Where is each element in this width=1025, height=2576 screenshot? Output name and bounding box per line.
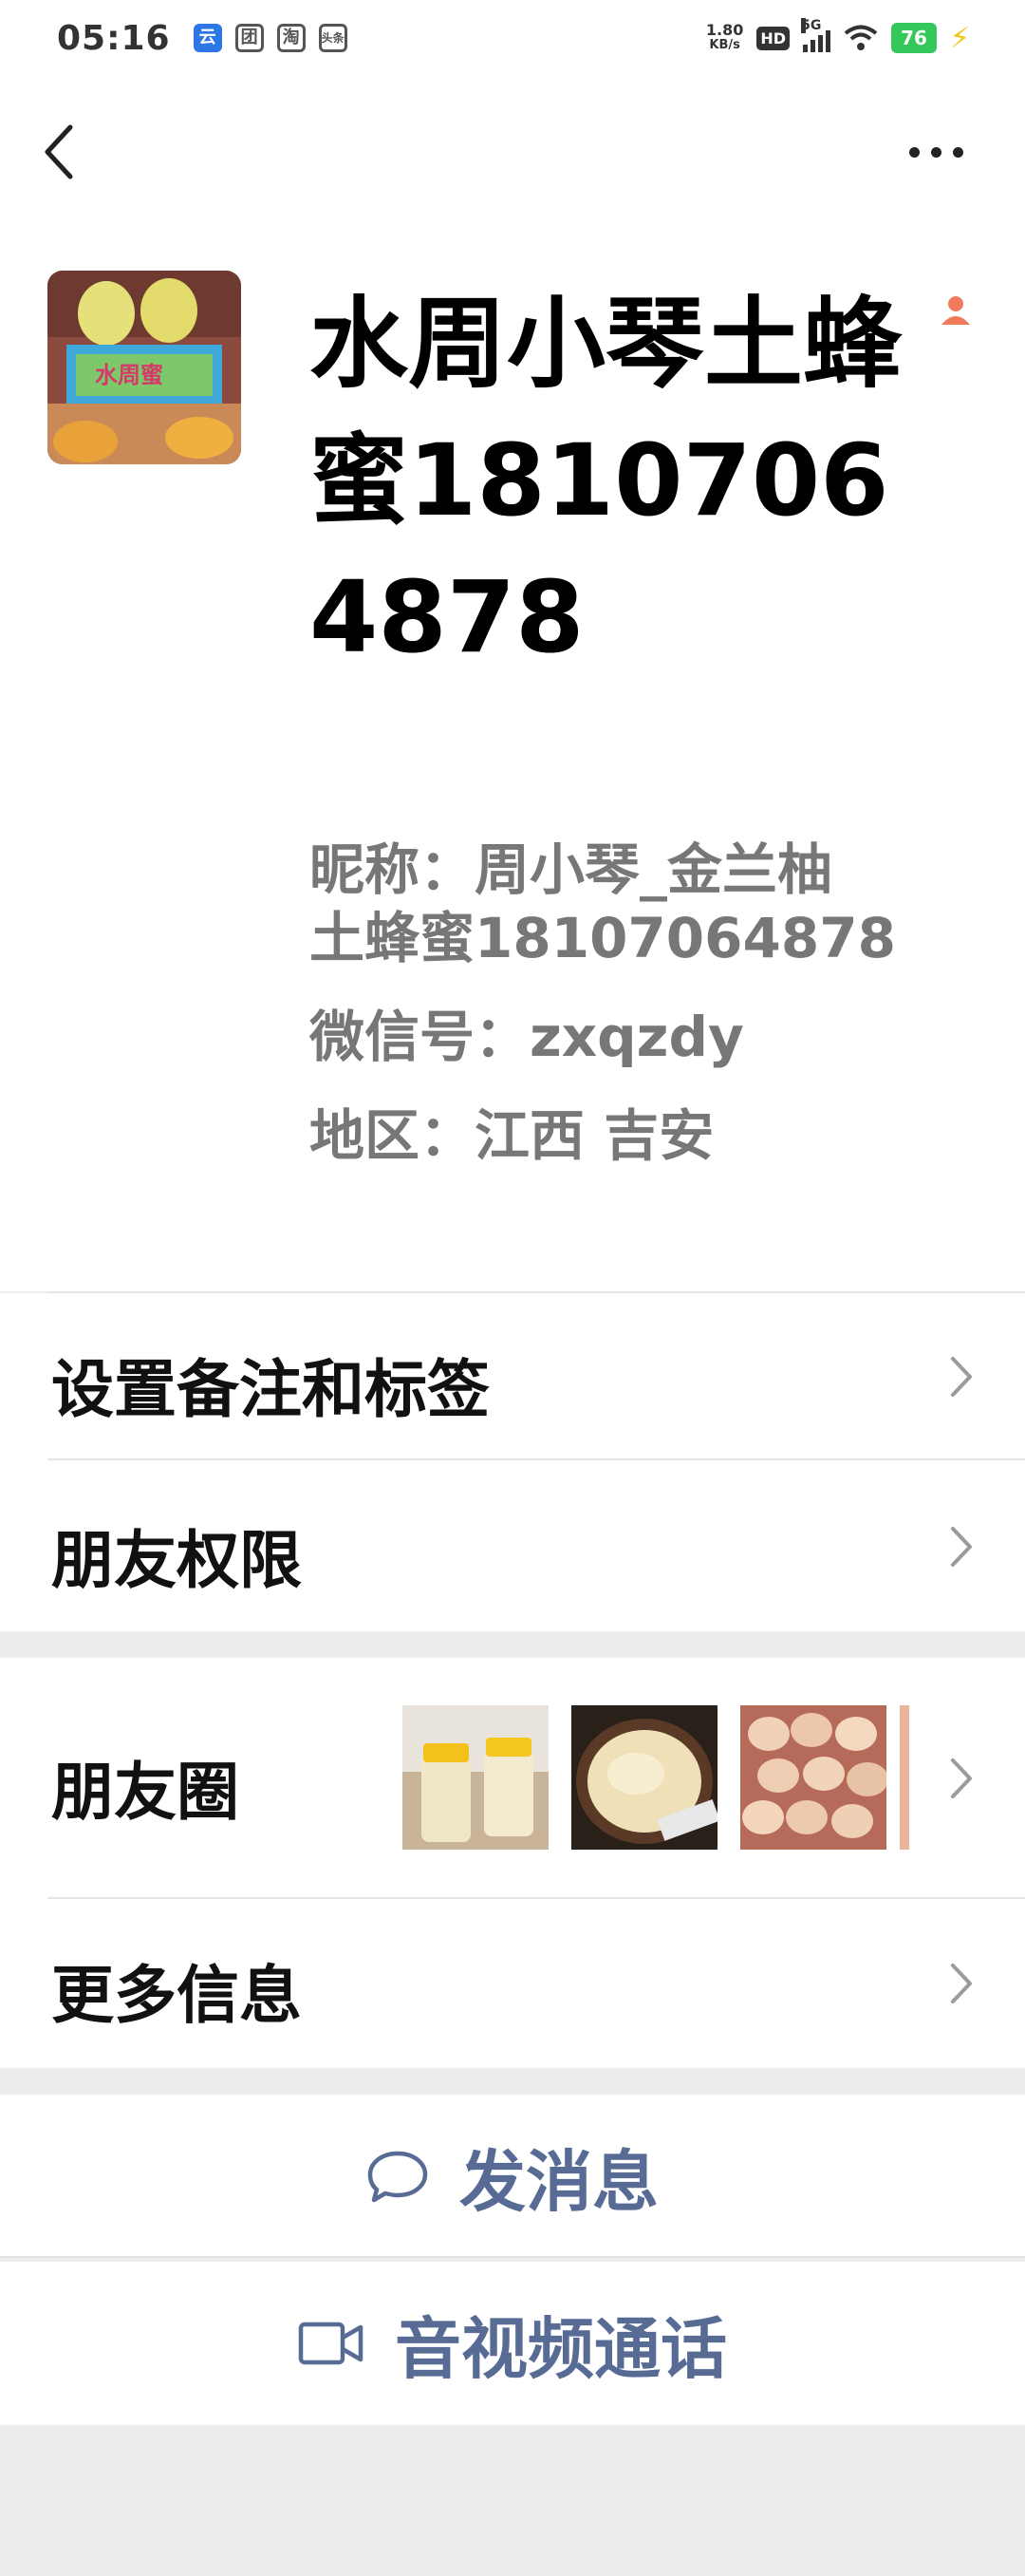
wechat-id: 微信号：zxqzdy [309,1005,744,1069]
region: 地区：江西 吉安 [309,1103,715,1168]
remark-tags-row[interactable]: 设置备注和标签 [0,1293,1025,1460]
tuan-app-icon: 团 [234,24,264,52]
cloud-app-icon: 云 [193,24,222,52]
person-icon [941,296,970,325]
wifi-icon [844,25,878,50]
moment-photo-honey-jars [402,1705,549,1850]
chevron-right-icon [951,1964,972,2003]
video-call-label: 音视频通话 [395,2309,727,2388]
more-info-label: 更多信息 [51,1959,302,2032]
chevron-right-icon [951,1357,972,1397]
friend-permissions-label: 朋友权限 [51,1524,302,1597]
battery-icon: 76 [891,23,937,53]
more-options-icon[interactable] [909,141,970,163]
video-camera-icon [298,2322,363,2365]
remark-tags-label: 设置备注和标签 [51,1353,490,1426]
status-bar: 05:16 云 团 淘 头条 1.80 KB/s HD 5G 76 ⚡ [0,0,1025,76]
svg-text:水周蜜: 水周蜜 [95,362,163,388]
hd-icon: HD [756,26,791,50]
avatar[interactable]: 水周蜜 [47,271,241,464]
chevron-right-icon [951,1527,972,1567]
more-info-row[interactable]: 更多信息 [0,1899,1025,2068]
video-call-button[interactable]: 音视频通话 [0,2262,1025,2425]
moments-row[interactable]: 朋友圈 [0,1658,1025,1899]
contact-name: 水周小琴土蜂蜜18107064878 [309,286,903,675]
friend-permissions-row[interactable]: 朋友权限 [0,1460,1025,1631]
nav-bar [0,76,1025,228]
toutiao-app-icon: 头条 [318,24,347,52]
back-arrow-icon[interactable] [40,123,78,180]
chat-bubble-icon [367,2151,428,2203]
status-app-icons: 云 团 淘 头条 [193,24,347,52]
send-message-label: 发消息 [459,2142,659,2221]
nickname: 昵称：周小琴_金兰柚 土蜂蜜18107064878 [309,837,896,970]
charging-icon: ⚡ [949,21,970,55]
network-speed: 1.80 KB/s [705,21,744,53]
moment-photo-eggs [740,1705,886,1850]
profile-info: 昵称：周小琴_金兰柚 土蜂蜜18107064878 微信号：zxqzdy 地区：… [309,836,974,1200]
profile-header: 水周蜜 水周小琴土蜂蜜18107064878 昵称：周小琴_金兰柚 土蜂蜜181… [0,228,1025,1293]
moments-label: 朋友圈 [51,1756,239,1829]
taobao-app-icon: 淘 [276,24,306,52]
signal-icon: 5G [801,18,831,52]
chevron-right-icon [951,1758,972,1798]
moment-photo-honey-bowl [571,1705,718,1850]
status-time: 05:16 [57,18,171,58]
moments-thumbnails [402,1705,909,1850]
send-message-button[interactable]: 发消息 [0,2095,1025,2258]
